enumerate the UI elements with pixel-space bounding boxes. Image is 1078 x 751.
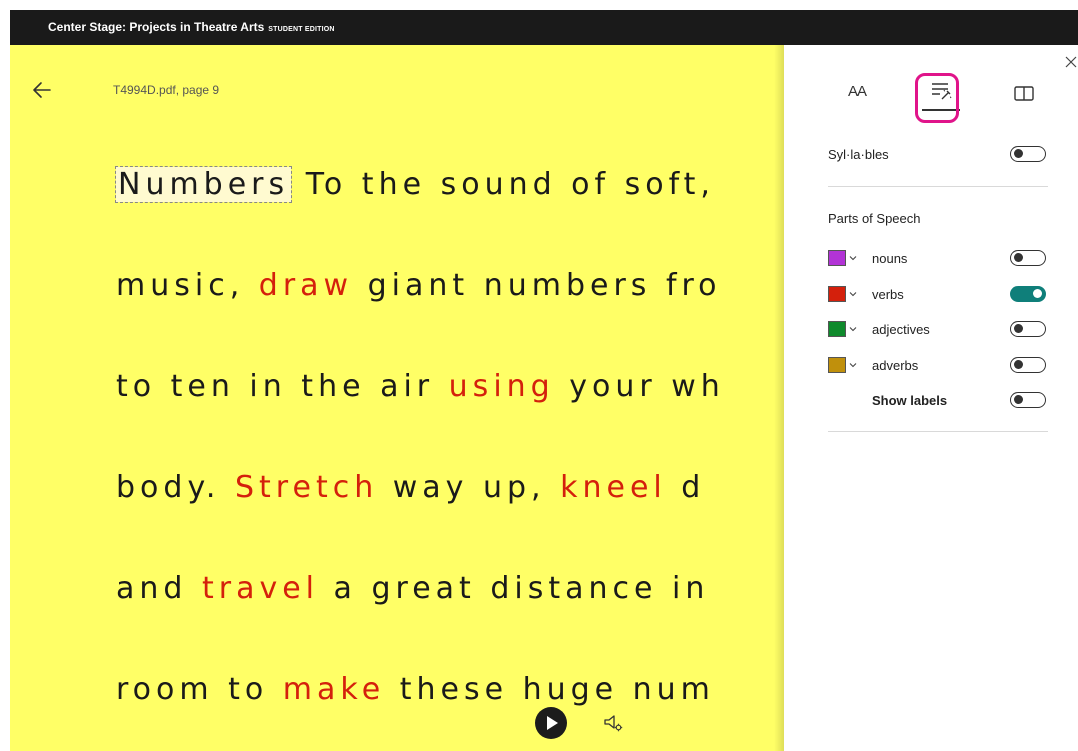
toggle-knob: [1014, 324, 1023, 333]
text-segment[interactable]: your wh: [555, 369, 725, 404]
adjectives-toggle[interactable]: [1010, 321, 1046, 337]
text-line: body. Stretch way up, kneel d: [116, 458, 784, 559]
back-arrow-icon[interactable]: [30, 78, 54, 102]
document-title: Center Stage: Projects in Theatre Arts ST…: [48, 20, 335, 34]
close-icon[interactable]: [1064, 55, 1078, 69]
text-line: and travel a great distance in: [116, 559, 784, 660]
syllables-row: Syl·la·bles: [828, 144, 1046, 166]
app-window: Center Stage: Projects in Theatre Arts ST…: [0, 0, 1078, 751]
show-labels-toggle[interactable]: [1010, 392, 1046, 408]
chevron-down-icon: [849, 292, 857, 297]
toggle-knob: [1033, 289, 1042, 298]
reading-text: Numbers To the sound of soft, music, draw…: [114, 155, 784, 751]
adjectives-row: adjectives: [828, 319, 1046, 341]
adverbs-color-picker[interactable]: [828, 355, 862, 375]
verbs-toggle[interactable]: [1010, 286, 1046, 302]
verbs-color-swatch: [828, 286, 846, 302]
syllables-toggle[interactable]: [1010, 146, 1046, 162]
adverbs-toggle[interactable]: [1010, 357, 1046, 373]
verb-word[interactable]: using: [449, 369, 555, 404]
verb-word[interactable]: kneel: [560, 470, 667, 505]
parts-of-speech-heading: Parts of Speech: [828, 211, 921, 226]
adverbs-color-swatch: [828, 357, 846, 373]
voice-settings-icon[interactable]: [602, 713, 624, 733]
text-segment[interactable]: d: [667, 470, 706, 505]
verb-word[interactable]: travel: [202, 571, 319, 606]
document-title-text: Center Stage: Projects in Theatre Arts: [48, 20, 265, 34]
text-size-icon: AA: [848, 83, 867, 100]
show-labels-row: Show labels: [828, 390, 1046, 412]
divider: [828, 431, 1048, 432]
toggle-knob: [1014, 149, 1023, 158]
text-segment[interactable]: room to: [116, 672, 283, 707]
adverbs-label: adverbs: [872, 358, 919, 373]
toggle-knob: [1014, 360, 1023, 369]
tab-text-preferences[interactable]: AA: [844, 73, 874, 113]
toggle-knob: [1014, 253, 1023, 262]
edition-label: STUDENT EDITION: [268, 26, 335, 33]
show-labels-label: Show labels: [872, 393, 948, 408]
nouns-toggle[interactable]: [1010, 250, 1046, 266]
highlight-annotation: [915, 73, 959, 123]
verb-word[interactable]: Stretch: [235, 470, 378, 505]
highlighted-word[interactable]: Numbers: [114, 166, 293, 203]
chevron-down-icon: [849, 256, 857, 261]
verb-word[interactable]: make: [283, 672, 385, 707]
title-bar: Center Stage: Projects in Theatre Arts ST…: [10, 10, 1078, 45]
immersive-reader-page: T4994D.pdf, page 9 Numbers To the sound …: [10, 45, 784, 751]
adjectives-color-picker[interactable]: [828, 319, 862, 339]
nouns-row: nouns: [828, 248, 1046, 270]
adjectives-label: adjectives: [872, 322, 930, 337]
tab-reading-preferences[interactable]: [1010, 73, 1040, 113]
play-icon: [547, 716, 558, 730]
nouns-color-swatch: [828, 250, 846, 266]
grammar-options-panel: AA Syl·la·bles Parts of Speech nouns ver…: [784, 45, 1078, 751]
text-segment[interactable]: To the sound of soft,: [291, 167, 715, 202]
divider: [828, 186, 1048, 187]
text-line: Numbers To the sound of soft,: [114, 155, 784, 256]
chevron-down-icon: [849, 363, 857, 368]
text-line: to ten in the air using your wh: [116, 357, 784, 458]
text-line: music, draw giant numbers fro: [116, 256, 784, 357]
chevron-down-icon: [849, 327, 857, 332]
file-location: T4994D.pdf, page 9: [113, 83, 220, 97]
text-segment[interactable]: way up,: [378, 470, 560, 505]
play-button[interactable]: [535, 707, 567, 739]
text-line: room to make these huge num: [116, 660, 784, 751]
text-segment[interactable]: to ten in the air: [116, 369, 449, 404]
reading-preferences-icon: [1014, 86, 1034, 101]
text-segment[interactable]: giant numbers fro: [353, 268, 721, 303]
text-segment[interactable]: body.: [116, 470, 235, 505]
adverbs-row: adverbs: [828, 355, 1046, 377]
nouns-label: nouns: [872, 251, 908, 266]
text-segment[interactable]: music,: [116, 268, 259, 303]
verbs-label: verbs: [872, 287, 904, 302]
verbs-color-picker[interactable]: [828, 284, 862, 304]
verbs-row: verbs: [828, 284, 1046, 306]
toggle-knob: [1014, 395, 1023, 404]
nouns-color-picker[interactable]: [828, 248, 862, 268]
syllables-label: Syl·la·bles: [828, 147, 889, 162]
text-segment[interactable]: a great distance in: [319, 571, 709, 606]
adjectives-color-swatch: [828, 321, 846, 337]
verb-word[interactable]: draw: [259, 268, 353, 303]
text-segment[interactable]: and: [116, 571, 202, 606]
text-segment[interactable]: these huge num: [385, 672, 715, 707]
